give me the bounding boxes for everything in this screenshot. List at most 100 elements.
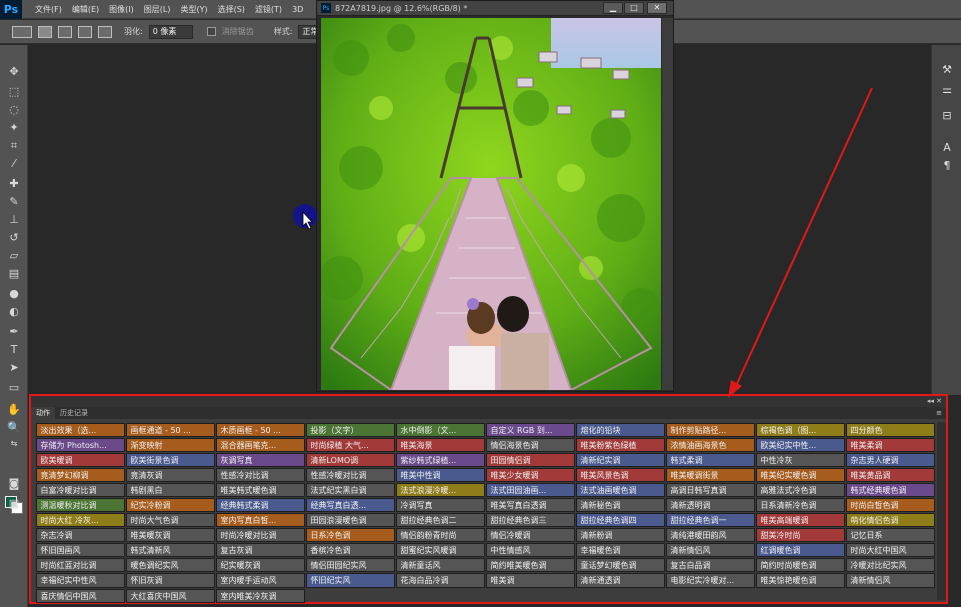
- action-button[interactable]: 中性冷灰: [755, 452, 845, 467]
- action-button[interactable]: 唯美中性调: [395, 467, 485, 482]
- action-button[interactable]: 清新情侣风: [665, 543, 755, 558]
- action-button[interactable]: 唯美海景: [395, 437, 485, 452]
- action-button[interactable]: 唯美写真白透调: [485, 497, 575, 513]
- action-button[interactable]: 怀旧灰调: [125, 573, 215, 588]
- action-button[interactable]: 纪实暖灰调: [215, 558, 305, 573]
- action-button[interactable]: 棕褐色调（图...: [755, 422, 845, 437]
- action-button[interactable]: 甜拉经典色调三: [485, 513, 575, 528]
- eyedropper-tool-icon[interactable]: ⁄: [6, 157, 22, 171]
- action-button[interactable]: 熔化的铅块: [575, 422, 665, 437]
- action-button[interactable]: 童话梦幻暖色调: [575, 558, 665, 573]
- action-button[interactable]: 画框通道 - 50 ...: [125, 422, 215, 437]
- action-button[interactable]: 经典韩式柔调: [215, 497, 305, 513]
- path-selection-tool-icon[interactable]: ➤: [6, 361, 22, 375]
- action-button[interactable]: 喜庆情侣中国风: [35, 588, 125, 603]
- zoom-tool-icon[interactable]: 🔍: [6, 421, 22, 435]
- history-brush-tool-icon[interactable]: ↺: [6, 231, 22, 245]
- action-button[interactable]: 时尚冷暖对比调: [215, 528, 305, 543]
- action-button[interactable]: 杂志男人硬调: [845, 452, 935, 467]
- action-button[interactable]: 唯美调: [485, 573, 575, 588]
- action-button[interactable]: 性感冷暖对比调: [305, 467, 395, 482]
- action-button[interactable]: 时尚红蓝对比调: [35, 558, 125, 573]
- action-button[interactable]: 韩式经典暖色调: [845, 482, 935, 497]
- action-button[interactable]: 花海白品冷调: [395, 573, 485, 588]
- brush-tool-icon[interactable]: ✎: [6, 195, 22, 209]
- action-button[interactable]: 冷调写真: [395, 497, 485, 513]
- swap-colors-icon[interactable]: ⇆: [6, 437, 22, 451]
- action-button[interactable]: 欧美暖调: [35, 452, 125, 467]
- action-button[interactable]: 怀旧国画风: [35, 543, 125, 558]
- close-button[interactable]: ✕: [647, 2, 667, 14]
- action-button[interactable]: 性感冷对比调: [215, 467, 305, 482]
- action-button[interactable]: 自定义 RGB 到...: [485, 422, 575, 437]
- crop-tool-icon[interactable]: ⌗: [6, 139, 22, 153]
- action-button[interactable]: 经典写真白透...: [305, 497, 395, 513]
- antialias-checkbox[interactable]: [206, 27, 216, 36]
- panel-header[interactable]: [31, 396, 946, 407]
- paragraph-icon[interactable]: ¶: [940, 159, 954, 173]
- action-button[interactable]: 时尚大红中国风: [845, 543, 935, 558]
- action-button[interactable]: 情侣冷暖调: [485, 528, 575, 543]
- action-button[interactable]: 甜拉经典色调一: [665, 513, 755, 528]
- action-button[interactable]: 幸福纪实中性风: [35, 573, 125, 588]
- marquee-preset-icon[interactable]: [12, 25, 32, 38]
- action-button[interactable]: 韩式清新风: [125, 543, 215, 558]
- action-button[interactable]: 木质画框 - 50 ...: [215, 422, 305, 437]
- menu-type[interactable]: 类型(Y): [175, 0, 212, 19]
- action-button[interactable]: 杂志冷调: [35, 528, 125, 543]
- action-button[interactable]: 法式油画暖色调: [575, 482, 665, 497]
- paragraph-styles-icon[interactable]: ⊟: [940, 109, 954, 123]
- action-button[interactable]: 情侣韵粉青时尚: [395, 528, 485, 543]
- action-button[interactable]: 记忆日系: [845, 528, 935, 543]
- action-button[interactable]: 测温暖秋对比调: [35, 497, 125, 513]
- panel-menu-icon[interactable]: ≡: [936, 409, 942, 417]
- action-button[interactable]: 唯美纪实暖色调: [755, 467, 845, 482]
- action-button[interactable]: 时尚绿植 大气...: [305, 437, 395, 452]
- rectangle-tool-icon[interactable]: ▭: [6, 381, 22, 395]
- quick-mask-icon[interactable]: ◙: [6, 477, 22, 491]
- action-button[interactable]: 清新透明调: [665, 497, 755, 513]
- action-button[interactable]: 高雅法式冷色调: [755, 482, 845, 497]
- feather-input[interactable]: 0 像素: [148, 24, 193, 39]
- action-button[interactable]: 唯美粉紫色绿植: [575, 437, 665, 452]
- tab-actions[interactable]: 动作: [31, 407, 55, 419]
- type-tool-icon[interactable]: T: [6, 343, 22, 357]
- magic-wand-tool-icon[interactable]: ✦: [6, 121, 22, 135]
- action-button[interactable]: 时尚大气色调: [125, 513, 215, 528]
- intersect-selection-icon[interactable]: [98, 25, 112, 38]
- gradient-tool-icon[interactable]: ▤: [6, 267, 22, 281]
- character-icon[interactable]: A: [940, 141, 954, 155]
- action-button[interactable]: 冷暖对比纪实风: [845, 558, 935, 573]
- menu-file[interactable]: 文件(F): [30, 0, 67, 19]
- dodge-tool-icon[interactable]: ◐: [6, 305, 22, 319]
- action-button[interactable]: 清新童话风: [395, 558, 485, 573]
- action-button[interactable]: 唯美黄品调: [845, 467, 935, 482]
- action-button[interactable]: 日系冷色调: [305, 528, 395, 543]
- action-button[interactable]: 唯美惊艳暖色调: [755, 573, 845, 588]
- action-button[interactable]: 复古白品调: [665, 558, 755, 573]
- action-button[interactable]: 渐变映射: [125, 437, 215, 452]
- hand-tool-icon[interactable]: ✋: [6, 403, 22, 417]
- action-button[interactable]: 暖色调纪实风: [125, 558, 215, 573]
- new-selection-icon[interactable]: [38, 25, 52, 38]
- action-button[interactable]: 清新情侣风: [845, 573, 935, 588]
- action-button[interactable]: 纪实冷粉调: [125, 497, 215, 513]
- action-button[interactable]: 简约唯美暖色调: [485, 558, 575, 573]
- action-button[interactable]: 甜拉经典色调四: [575, 513, 665, 528]
- action-button[interactable]: 室内唯美冷灰调: [215, 588, 305, 603]
- action-button[interactable]: 韩式柔调: [665, 452, 755, 467]
- action-button[interactable]: 竟清梦幻柳调: [35, 467, 125, 482]
- eraser-tool-icon[interactable]: ▱: [6, 249, 22, 263]
- action-button[interactable]: 红调暖色调: [755, 543, 845, 558]
- action-button[interactable]: 香槟冷色调: [305, 543, 395, 558]
- minimize-button[interactable]: ▁: [603, 2, 623, 14]
- action-button[interactable]: 制作剪贴路径...: [665, 422, 755, 437]
- action-button[interactable]: 唯美风景色调: [575, 467, 665, 482]
- action-button[interactable]: 甜美冷时尚: [755, 528, 845, 543]
- maximize-button[interactable]: □: [624, 2, 644, 14]
- action-button[interactable]: 法式浪漫冷暖...: [395, 482, 485, 497]
- action-button[interactable]: 中性情感风: [485, 543, 575, 558]
- document-scrollbar[interactable]: [662, 18, 673, 390]
- action-button[interactable]: 灰调写真: [215, 452, 305, 467]
- action-button[interactable]: 唯美韩式暖色调: [215, 482, 305, 497]
